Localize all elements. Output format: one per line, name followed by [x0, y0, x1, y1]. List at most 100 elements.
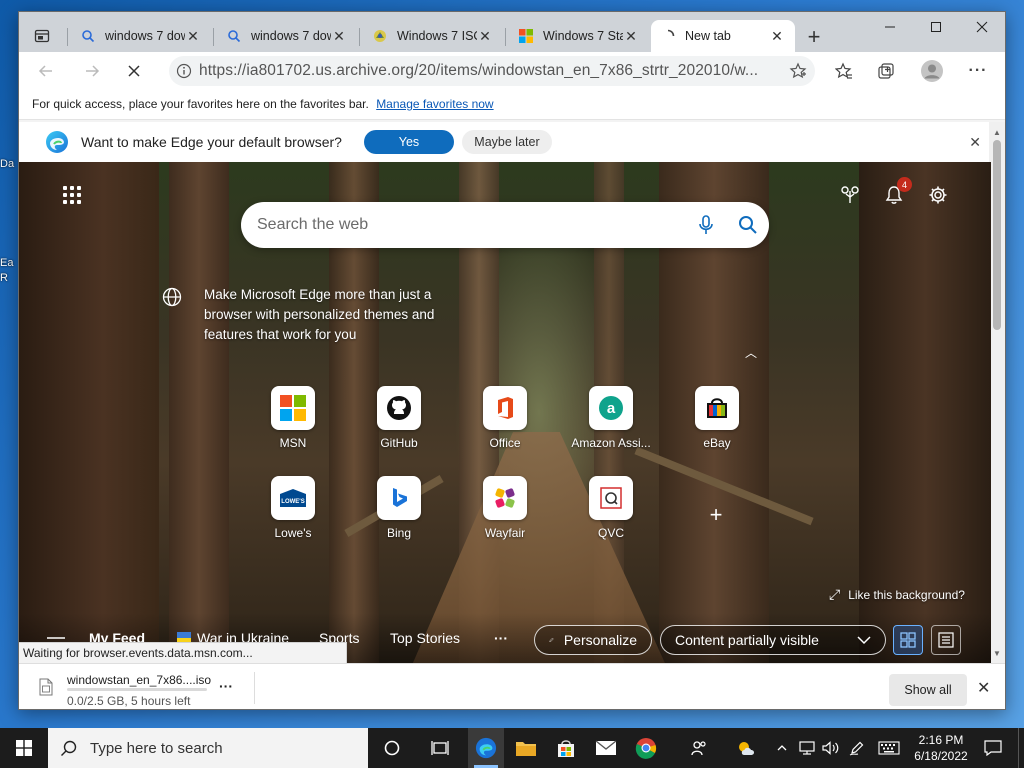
microphone-icon[interactable] [685, 215, 727, 235]
download-bar: windowstan_en_7x86....iso 0.0/2.5 GB, 5 … [19, 663, 1005, 709]
desktop-icon-label[interactable]: Da [0, 158, 14, 170]
forward-button[interactable] [77, 56, 107, 86]
like-background-text: Like this background? [848, 587, 965, 602]
taskbar-edge[interactable] [468, 728, 504, 768]
search-input[interactable] [257, 216, 685, 234]
touch-keyboard-icon[interactable] [874, 728, 904, 768]
close-tab-icon[interactable]: ✕ [769, 28, 785, 45]
tab-3[interactable]: Windows 7 ISO ✕ [363, 20, 503, 52]
site-info-icon[interactable] [169, 63, 199, 79]
feed-more-icon[interactable]: ··· [494, 630, 508, 646]
close-tab-icon[interactable]: ✕ [477, 28, 493, 45]
collections-button[interactable] [871, 56, 901, 86]
tab-title: windows 7 dow [105, 29, 185, 43]
show-hidden-icons-chevron-up-icon[interactable] [770, 728, 794, 768]
quick-link-msn[interactable]: MSN [253, 386, 333, 450]
notifications-bell-icon[interactable]: 4 [881, 177, 912, 208]
yes-button[interactable]: Yes [363, 130, 454, 154]
search-icon [61, 740, 77, 756]
task-view-button[interactable] [422, 728, 458, 768]
tab-new-tab[interactable]: New tab ✕ [651, 20, 795, 52]
quick-link-wayfair[interactable]: Wayfair [465, 476, 545, 540]
maximize-button[interactable] [913, 12, 959, 42]
quick-link-github[interactable]: GitHub [359, 386, 439, 450]
stop-loading-button[interactable] [119, 56, 149, 86]
quick-link-ebay[interactable]: eBay [677, 386, 757, 450]
search-icon [82, 30, 95, 43]
url-text[interactable]: https://ia801702.us.archive.org/20/items… [199, 62, 781, 80]
minimize-button[interactable] [867, 12, 913, 42]
rewards-icon[interactable] [837, 182, 863, 208]
favorites-button[interactable] [829, 56, 859, 86]
network-icon[interactable] [796, 728, 818, 768]
promo-text[interactable]: Make Microsoft Edge more than just a bro… [204, 285, 462, 345]
taskbar: Type here to search 2:16 PM 6/18/2022 [0, 728, 1024, 768]
scroll-up-arrow-icon[interactable]: ▲ [989, 124, 1005, 140]
start-button[interactable] [0, 728, 48, 768]
pen-icon[interactable] [846, 728, 868, 768]
download-more-icon[interactable]: ··· [219, 678, 233, 694]
close-tab-icon[interactable]: ✕ [331, 28, 347, 45]
download-filename[interactable]: windowstan_en_7x86....iso [67, 673, 211, 687]
profile-button[interactable] [917, 56, 947, 86]
new-tab-button[interactable]: + [801, 24, 827, 50]
search-icon[interactable] [727, 215, 769, 235]
tab-1[interactable]: windows 7 dow ✕ [71, 20, 211, 52]
chevron-up-icon[interactable]: ︿ [745, 344, 757, 361]
action-center-button[interactable] [978, 728, 1008, 768]
personalize-button[interactable]: Personalize [534, 625, 652, 655]
page-settings-gear-icon[interactable] [925, 182, 951, 208]
volume-icon[interactable] [820, 728, 842, 768]
close-download-bar-icon[interactable]: ✕ [977, 678, 990, 698]
cortana-button[interactable] [374, 728, 410, 768]
back-button[interactable] [31, 56, 61, 86]
desktop-icon-label[interactable]: R [0, 272, 8, 284]
taskbar-file-explorer[interactable] [508, 728, 544, 768]
address-bar[interactable]: https://ia801702.us.archive.org/20/items… [169, 56, 815, 86]
new-tab-page: 4 Make Microsoft Edge more than just a b… [19, 162, 991, 663]
taskbar-search-box[interactable]: Type here to search [48, 728, 368, 768]
quick-link-amazon[interactable]: a Amazon Assi... [571, 386, 651, 450]
quick-link-office[interactable]: Office [465, 386, 545, 450]
close-window-button[interactable] [959, 12, 1005, 42]
tab-actions-button[interactable] [27, 21, 57, 51]
taskbar-chrome[interactable] [628, 728, 664, 768]
quick-link-qvc[interactable]: QVC [571, 476, 651, 540]
store-icon [558, 740, 574, 757]
taskbar-store[interactable] [548, 728, 584, 768]
web-search-box[interactable] [241, 202, 769, 248]
default-browser-infobar: Want to make Edge your default browser? … [19, 122, 991, 162]
close-tab-icon[interactable]: ✕ [623, 28, 639, 45]
show-all-downloads-button[interactable]: Show all [889, 674, 967, 706]
content-visibility-dropdown[interactable]: Content partially visible [660, 625, 886, 655]
scroll-down-arrow-icon[interactable]: ▼ [989, 645, 1005, 661]
system-clock[interactable]: 2:16 PM 6/18/2022 [905, 732, 977, 764]
people-icon[interactable] [684, 728, 714, 768]
tab-4[interactable]: Windows 7 Sta ✕ [509, 20, 649, 52]
avatar-icon [921, 60, 943, 82]
tab-2[interactable]: windows 7 dow ✕ [217, 20, 357, 52]
clock-time: 2:16 PM [918, 733, 964, 747]
apps-launcher-icon[interactable] [63, 186, 81, 204]
show-desktop-button[interactable] [1018, 728, 1024, 768]
manage-favorites-link[interactable]: Manage favorites now [376, 97, 493, 111]
scroll-thumb[interactable] [993, 140, 1001, 330]
download-status: 0.0/2.5 GB, 5 hours left [67, 694, 191, 708]
weather-icon[interactable] [732, 728, 762, 768]
desktop-icon-label[interactable]: Ea [0, 257, 13, 269]
quick-link-lowes[interactable]: LOWE'S Lowe's [253, 476, 333, 540]
vertical-scrollbar[interactable]: ▲ ▼ [989, 122, 1005, 663]
settings-more-button[interactable]: ··· [963, 56, 993, 86]
quick-link-bing[interactable]: Bing [359, 476, 439, 540]
like-background-prompt[interactable]: ⤢ Like this background? [829, 586, 965, 603]
taskbar-mail[interactable] [588, 728, 624, 768]
grid-layout-button[interactable] [893, 625, 923, 655]
close-tab-icon[interactable]: ✕ [185, 28, 201, 45]
infobar-message: Want to make Edge your default browser? [81, 134, 342, 150]
close-icon[interactable]: ✕ [969, 134, 981, 151]
add-quick-link-icon[interactable]: + [704, 502, 728, 528]
maybe-later-button[interactable]: Maybe later [461, 130, 552, 154]
feed-tab-top-stories[interactable]: Top Stories [390, 630, 460, 646]
add-favorite-icon[interactable] [781, 62, 815, 80]
list-layout-button[interactable] [931, 625, 961, 655]
